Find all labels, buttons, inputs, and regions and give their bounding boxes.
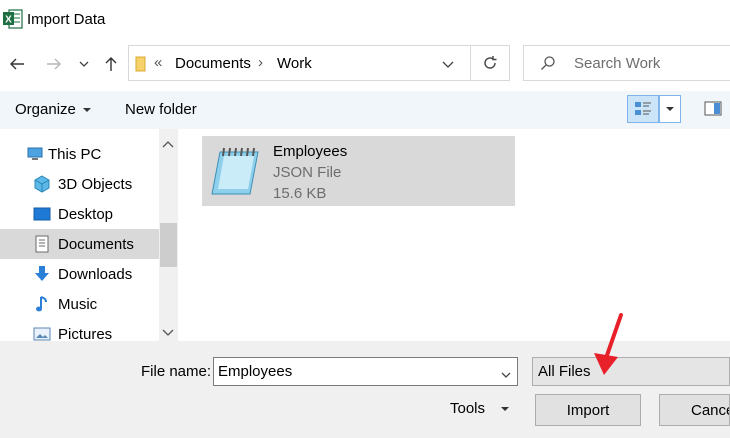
arrow-up-icon[interactable] <box>99 52 123 76</box>
music-icon <box>33 295 51 313</box>
title-bar: X Import Data <box>0 0 730 42</box>
import-label: Import <box>566 401 610 419</box>
pictures-icon <box>33 325 51 341</box>
tree-label: Music <box>58 295 98 313</box>
address-bar[interactable]: « Documents › Work <box>128 45 510 81</box>
tree-item-music[interactable]: Music <box>0 289 178 319</box>
window-title: Import Data <box>27 11 106 28</box>
navigation-pane: This PC 3D Objects Desktop Documents Dow… <box>0 129 178 341</box>
file-size: 15.6 KB <box>273 185 327 202</box>
download-icon <box>33 265 51 283</box>
scrollbar-thumb[interactable] <box>160 223 177 267</box>
scroll-down-icon[interactable] <box>161 324 175 341</box>
tree-label: This PC <box>48 145 102 163</box>
desktop-icon <box>33 205 51 223</box>
tiles-view-icon <box>635 102 651 115</box>
tree-item-this-pc[interactable]: This PC <box>0 139 178 169</box>
navigation-scrollbar[interactable] <box>159 129 178 341</box>
toolbar: Organize New folder <box>0 91 730 129</box>
organize-button[interactable]: Organize <box>15 101 92 118</box>
search-box[interactable]: Search Work <box>523 45 730 81</box>
tree-item-desktop[interactable]: Desktop <box>0 199 178 229</box>
cube-icon <box>33 175 51 193</box>
caret-down-icon <box>666 107 674 111</box>
new-folder-button[interactable]: New folder <box>125 101 197 118</box>
view-options-dropdown[interactable] <box>659 95 681 123</box>
organize-label: Organize <box>15 101 76 118</box>
arrow-right-icon[interactable] <box>42 52 66 76</box>
svg-text:X: X <box>5 15 12 26</box>
scroll-up-icon[interactable] <box>161 137 175 154</box>
file-item[interactable]: Employees JSON File 15.6 KB <box>202 136 515 206</box>
file-type-filter-value: All Files <box>538 363 591 380</box>
chevron-down-icon[interactable] <box>500 367 512 384</box>
refresh-icon <box>484 56 497 69</box>
breadcrumb-overflow[interactable]: « <box>154 54 162 71</box>
tree-label: Desktop <box>58 205 114 223</box>
breadcrumb-work[interactable]: Work <box>277 55 312 72</box>
breadcrumb-separator: › <box>258 54 263 71</box>
file-type: JSON File <box>273 164 342 181</box>
excel-icon: X <box>3 9 23 29</box>
caret-down-icon <box>501 406 510 411</box>
file-name-input[interactable]: Employees <box>218 363 292 380</box>
arrow-left-icon[interactable] <box>5 52 29 76</box>
dialog-footer: File name: Employees All Files Tools Imp… <box>0 313 730 438</box>
tools-label: Tools <box>450 400 486 417</box>
tree-label: Downloads <box>58 265 133 283</box>
breadcrumb-documents[interactable]: Documents <box>175 55 251 72</box>
notepad-icon <box>206 144 264 202</box>
cancel-label: Cancel <box>691 401 729 419</box>
search-placeholder: Search Work <box>574 55 661 72</box>
tree-item-3d-objects[interactable]: 3D Objects <box>0 169 178 199</box>
computer-icon <box>26 145 44 163</box>
cancel-button[interactable]: Cancel <box>659 394 730 426</box>
tree-item-documents[interactable]: Documents <box>0 229 178 259</box>
tree-item-pictures[interactable]: Pictures <box>0 319 178 341</box>
import-button[interactable]: Import <box>535 394 641 426</box>
tree-label: 3D Objects <box>58 175 133 193</box>
view-tiles-button[interactable] <box>627 95 659 123</box>
file-name-label: File name: <box>141 363 212 380</box>
file-type-filter[interactable]: All Files <box>532 357 730 386</box>
file-name: Employees <box>273 143 348 160</box>
preview-pane-icon[interactable] <box>704 101 722 121</box>
address-dropdown-icon[interactable] <box>441 58 455 75</box>
tree-label: Pictures <box>58 325 113 342</box>
folder-icon <box>134 55 148 77</box>
file-name-combobox[interactable]: Employees <box>213 357 518 386</box>
tree-item-downloads[interactable]: Downloads <box>0 259 178 289</box>
chevron-down-icon[interactable] <box>74 52 94 76</box>
search-icon <box>540 55 556 75</box>
tree-label: Documents <box>58 235 134 253</box>
annotation-arrow <box>590 311 630 385</box>
caret-down-icon <box>82 107 91 112</box>
tools-button[interactable]: Tools <box>450 400 510 417</box>
document-icon <box>33 235 51 253</box>
refresh-button[interactable] <box>470 45 510 81</box>
